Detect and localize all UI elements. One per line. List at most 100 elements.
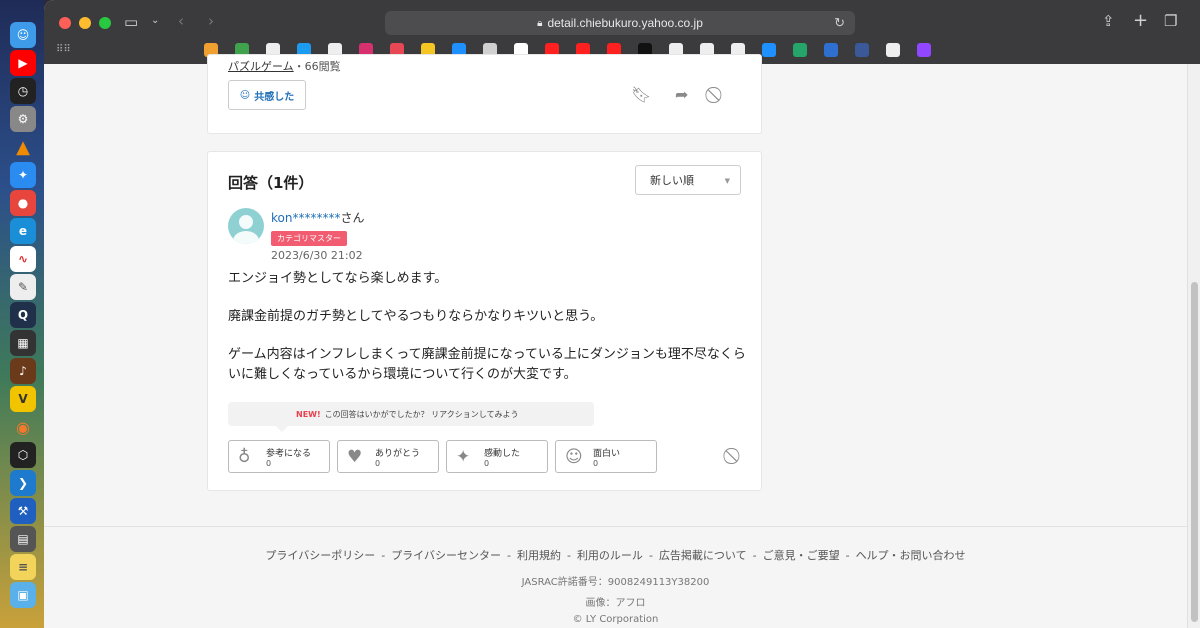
footer-link[interactable]: ヘルプ・お問い合わせ <box>856 549 966 562</box>
unity-icon[interactable]: ⬡ <box>10 442 36 468</box>
finder-icon[interactable]: ☺ <box>10 22 36 48</box>
reaction-moved-button[interactable]: ✦ 感動した 0 <box>446 440 548 473</box>
bookmark-favicon-icon[interactable] <box>762 43 776 57</box>
reaction-label: 面白い <box>593 449 621 459</box>
sidebar-toggle-icon[interactable]: ▭ <box>124 13 138 31</box>
share-icon[interactable]: ⇪ <box>1102 12 1115 30</box>
answerer-id[interactable]: kon******** <box>271 211 340 225</box>
preview-app-icon[interactable]: ▣ <box>10 582 36 608</box>
system-app-icon[interactable]: ⚙ <box>10 106 36 132</box>
forward-icon[interactable]: › <box>208 12 214 30</box>
new-label: NEW! <box>296 409 321 419</box>
sympathy-label: 共感した <box>254 91 295 103</box>
reaction-count: 0 <box>375 459 381 468</box>
caret-down-icon: ▼ <box>724 177 730 185</box>
reaction-label: ありがとう <box>375 449 421 459</box>
activity-app-icon[interactable]: ∿ <box>10 246 36 272</box>
chevron-down-icon[interactable]: ⌄ <box>151 15 159 26</box>
youtube-app-icon[interactable]: ▶ <box>10 50 36 76</box>
vectorize-app-icon[interactable]: V <box>10 386 36 412</box>
footer: プライバシーポリシー - プライバシーセンター - 利用規約 - 利用のルール - 広告掲載につ… <box>44 526 1187 628</box>
footer-link[interactable]: ご意見・ご要望 <box>763 549 840 562</box>
notes-app-icon[interactable]: ✎ <box>10 274 36 300</box>
new-tab-icon[interactable]: + <box>1133 10 1148 31</box>
reaction-label: 参考になる <box>266 449 312 459</box>
back-icon[interactable]: ‹ <box>178 12 184 30</box>
footer-separator: - <box>381 549 386 562</box>
quicktime-icon[interactable]: Q <box>10 302 36 328</box>
footer-separator: - <box>648 549 653 562</box>
scrollbar-thumb[interactable] <box>1191 282 1198 622</box>
reaction-buttons: ♁ 参考になる 0 ♥ ありがとう 0 ✦ 感動した 0 ☺ 面白い 0 <box>228 440 657 473</box>
sympathy-button[interactable]: ☺ 共感した <box>228 80 306 110</box>
sort-selected-value: 新しい順 <box>650 174 694 187</box>
close-window-button[interactable] <box>59 17 71 29</box>
reaction-helpful-button[interactable]: ♁ 参考になる 0 <box>228 440 330 473</box>
answer-paragraph: エンジョイ勢としてなら楽しめます。 <box>228 271 448 286</box>
view-count: ・66閲覧 <box>293 60 341 73</box>
vlc-icon[interactable]: ▲ <box>10 134 36 160</box>
safari-icon[interactable]: ✦ <box>10 162 36 188</box>
question-meta: パズルゲーム・66閲覧 <box>228 58 341 74</box>
lock-icon: 🔒︎ <box>537 17 543 29</box>
blender-icon[interactable]: ◉ <box>10 414 36 440</box>
jasrac-number: JASRAC許諾番号：9008249113Y38200 <box>521 577 710 588</box>
finalcut-icon[interactable]: ▦ <box>10 330 36 356</box>
page-scrollbar[interactable] <box>1187 64 1200 628</box>
footer-link[interactable]: 利用のルール <box>577 549 643 562</box>
answers-title: 回答（1件） <box>228 174 314 192</box>
answer-paragraph: 廃課金前提のガチ勢としてやるつもりならかなりキツいと思う。 <box>228 309 604 324</box>
apps-grid-icon[interactable]: ⠿⠿ <box>56 44 71 55</box>
bookmark-favicon-icon[interactable] <box>917 43 931 57</box>
browser-window: ▭ ⌄ ‹ › 🔒︎ detail.chiebukuro.yahoo.co.jp… <box>44 0 1200 628</box>
sort-select[interactable]: 新しい順 ▼ <box>635 165 741 195</box>
footer-link[interactable]: 利用規約 <box>517 549 561 562</box>
bookmark-favicon-icon[interactable] <box>886 43 900 57</box>
category-master-badge: カテゴリマスター <box>271 231 347 246</box>
footer-link[interactable]: 広告掲載について <box>659 549 747 562</box>
reaction-prompt-text: この回答はいかがでしたか？ リアクションしてみよう <box>324 409 519 419</box>
footer-separator: - <box>845 549 850 562</box>
vscode-icon[interactable]: ❯ <box>10 470 36 496</box>
tab-overview-icon[interactable]: ❐ <box>1164 12 1177 30</box>
answer-paragraph: ゲーム内容はインフレしまくって廃課金前提になっている上にダンジョンも理不尽なくら… <box>228 347 746 382</box>
address-bar[interactable]: 🔒︎ detail.chiebukuro.yahoo.co.jp ↻ <box>385 11 855 35</box>
reaction-prompt: NEW! この回答はいかがでしたか？ リアクションしてみよう <box>228 402 594 432</box>
smile-icon: ☺ <box>565 447 583 467</box>
clock-app-icon[interactable]: ◷ <box>10 78 36 104</box>
bookmark-favicon-icon[interactable] <box>855 43 869 57</box>
reaction-thanks-button[interactable]: ♥ ありがとう 0 <box>337 440 439 473</box>
answerer-name[interactable]: kon********さん <box>271 209 364 226</box>
footer-separator: - <box>752 549 757 562</box>
bookmark-icon[interactable]: 🔖︎ <box>631 85 651 104</box>
question-card: パズルゲーム・66閲覧 ☺ 共感した 🔖︎ ➦ ⃠ <box>207 54 762 134</box>
minimize-window-button[interactable] <box>79 17 91 29</box>
page-content: パズルゲーム・66閲覧 ☺ 共感した 🔖︎ ➦ ⃠ 回答（1件） 新しい順 ▼ … <box>44 54 1187 628</box>
edge-icon[interactable]: e <box>10 218 36 244</box>
share-arrow-icon[interactable]: ➦ <box>675 85 688 104</box>
footer-separator: - <box>566 549 571 562</box>
answer-body: エンジョイ勢としてなら楽しめます。 廃課金前提のガチ勢としてやるつもりならかなり… <box>228 269 748 403</box>
image-credit: 画像：アフロ <box>585 598 646 609</box>
category-tag-link[interactable]: パズルゲーム <box>228 60 294 73</box>
reaction-count: 0 <box>484 459 490 468</box>
footer-link[interactable]: プライバシーセンター <box>391 549 501 562</box>
reaction-count: 0 <box>593 459 599 468</box>
footer-links: プライバシーポリシー - プライバシーセンター - 利用規約 - 利用のルール - 広告掲載につ… <box>44 547 1187 563</box>
lightbulb-icon: ♁ <box>238 447 251 467</box>
zoom-window-button[interactable] <box>99 17 111 29</box>
answers-card: 回答（1件） 新しい順 ▼ kon********さん カテゴリマスター 202… <box>207 151 762 491</box>
reaction-label: 感動した <box>484 449 521 459</box>
url-text: detail.chiebukuro.yahoo.co.jp <box>547 16 703 30</box>
xcode-icon[interactable]: ⚒ <box>10 498 36 524</box>
notes-icon[interactable]: ≡ <box>10 554 36 580</box>
calculator-icon[interactable]: ▤ <box>10 526 36 552</box>
bookmark-favicon-icon[interactable] <box>824 43 838 57</box>
reload-icon[interactable]: ↻ <box>834 15 845 31</box>
guitar-app-icon[interactable]: ♪ <box>10 358 36 384</box>
chrome-icon[interactable]: ● <box>10 190 36 216</box>
footer-link[interactable]: プライバシーポリシー <box>265 549 375 562</box>
sparkle-icon: ✦ <box>456 447 471 467</box>
reaction-funny-button[interactable]: ☺ 面白い 0 <box>555 440 657 473</box>
bookmark-favicon-icon[interactable] <box>793 43 807 57</box>
